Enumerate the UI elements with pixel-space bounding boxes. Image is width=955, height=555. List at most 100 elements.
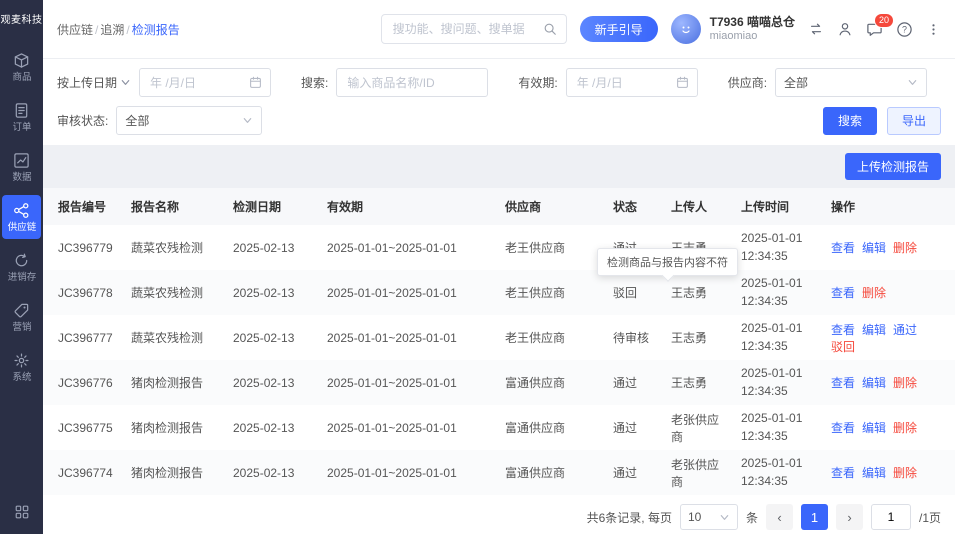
chevron-down-icon — [120, 77, 131, 88]
svg-text:?: ? — [902, 24, 907, 34]
validity-label: 有效期: — [518, 76, 558, 90]
contacts-icon[interactable] — [837, 21, 853, 37]
help-icon[interactable]: ? — [896, 21, 913, 38]
uploader-cell: 老张供应商 — [671, 412, 720, 444]
action-view[interactable]: 查看 — [831, 323, 855, 337]
chevron-down-icon — [242, 115, 253, 126]
message-icon[interactable]: 20 — [866, 12, 894, 38]
action-edit[interactable]: 编辑 — [862, 241, 886, 255]
toolbar-band: 上传检测报告 — [43, 145, 955, 188]
action-delete[interactable]: 删除 — [893, 376, 917, 390]
action-delete[interactable]: 删除 — [893, 421, 917, 435]
next-page-button[interactable]: › — [835, 504, 863, 530]
main-area: 供应链/追溯/检测报告 新手引导 T7936 喵喵总仓 miaomiao — [43, 0, 955, 534]
breadcrumb-item[interactable]: 供应链 — [57, 23, 93, 37]
column-header: 有效期 — [319, 188, 497, 225]
validity-date-input[interactable] — [565, 68, 698, 97]
column-header: 报告名称 — [123, 188, 225, 225]
table-row[interactable]: JC396777 蔬菜农残检测 2025-02-13 2025-01-01~20… — [43, 315, 955, 360]
action-delete[interactable]: 删除 — [893, 241, 917, 255]
action-edit[interactable]: 编辑 — [862, 376, 886, 390]
column-header: 状态 — [605, 188, 663, 225]
action-delete[interactable]: 删除 — [893, 466, 917, 480]
system-icon — [13, 352, 30, 369]
action-approve[interactable]: 通过 — [893, 323, 917, 337]
test-date-cell: 2025-02-13 — [233, 285, 295, 300]
chevron-down-icon — [907, 77, 918, 88]
action-view[interactable]: 查看 — [831, 241, 855, 255]
action-reject[interactable]: 驳回 — [831, 340, 855, 354]
action-view[interactable]: 查看 — [831, 376, 855, 390]
status-select[interactable]: 全部 — [116, 106, 263, 135]
action-edit[interactable]: 编辑 — [862, 323, 886, 337]
report-id-cell: JC396779 — [58, 240, 113, 255]
action-edit[interactable]: 编辑 — [862, 421, 886, 435]
sidebar-item-system[interactable]: 系统 — [2, 345, 41, 389]
top-bar: 供应链/追溯/检测报告 新手引导 T7936 喵喵总仓 miaomiao — [43, 0, 955, 59]
global-search-input[interactable] — [390, 21, 543, 37]
apps-grid-icon[interactable] — [14, 504, 30, 520]
table-row[interactable]: JC396775 猪肉检测报告 2025-02-13 2025-01-01~20… — [43, 405, 955, 450]
table-row[interactable]: JC396779 蔬菜农残检测 2025-02-13 2025-01-01~20… — [43, 225, 955, 270]
guide-button[interactable]: 新手引导 — [579, 16, 658, 42]
upload-report-button[interactable]: 上传检测报告 — [844, 153, 941, 180]
test-date-cell: 2025-02-13 — [233, 420, 295, 435]
search-button[interactable]: 搜索 — [822, 106, 877, 135]
search-icon[interactable] — [543, 22, 557, 36]
supplier-cell: 富通供应商 — [505, 421, 566, 435]
calendar-icon[interactable] — [676, 76, 689, 89]
action-delete[interactable]: 删除 — [862, 286, 886, 300]
table-row[interactable]: JC396774 猪肉检测报告 2025-02-13 2025-01-01~20… — [43, 450, 955, 495]
test-date-cell: 2025-02-13 — [233, 375, 295, 390]
breadcrumb-item[interactable]: 追溯 — [100, 23, 124, 37]
action-view[interactable]: 查看 — [831, 421, 855, 435]
date-field-selector[interactable]: 按上传日期 — [57, 74, 131, 91]
sidebar-item-inventory[interactable]: 进销存 — [2, 245, 41, 289]
column-header: 上传时间 — [733, 188, 823, 225]
column-header: 上传人 — [663, 188, 733, 225]
supplier-select[interactable]: 全部 — [775, 68, 928, 97]
sidebar-item-orders[interactable]: 订单 — [2, 95, 41, 139]
page-size-select[interactable]: 10 — [679, 504, 738, 530]
global-search[interactable] — [380, 14, 567, 44]
upload-time-cell: 2025-01-01 12:34:35 — [741, 411, 803, 443]
action-view[interactable]: 查看 — [831, 466, 855, 480]
supplier-cell: 老王供应商 — [505, 286, 566, 300]
page-jump-input[interactable] — [870, 504, 911, 530]
avatar[interactable] — [670, 14, 701, 44]
export-button[interactable]: 导出 — [886, 106, 941, 135]
action-view[interactable]: 查看 — [831, 286, 855, 300]
table-row[interactable]: JC396778 蔬菜农残检测 2025-02-13 2025-01-01~20… — [43, 270, 955, 315]
more-menu-icon[interactable] — [926, 22, 941, 37]
calendar-icon[interactable] — [249, 76, 262, 89]
column-header: 报告编号 — [43, 188, 123, 225]
sidebar-item-supply-chain[interactable]: 供应链 — [2, 195, 41, 239]
supply-chain-icon — [13, 202, 30, 219]
upload-date-field[interactable] — [148, 74, 244, 91]
upload-time-cell: 2025-01-01 12:34:35 — [741, 321, 803, 353]
prev-page-button[interactable]: ‹ — [765, 504, 793, 530]
status-tooltip: 检测商品与报告内容不符 — [597, 248, 738, 276]
sidebar-nav: 商品 订单 数据 供应链 进销存 营销 系统 — [0, 42, 43, 392]
sidebar-item-goods[interactable]: 商品 — [2, 45, 41, 89]
test-date-cell: 2025-02-13 — [233, 465, 295, 480]
sidebar-item-data[interactable]: 数据 — [2, 145, 41, 189]
validity-cell: 2025-01-01~2025-01-01 — [327, 330, 457, 345]
upload-time-cell: 2025-01-01 12:34:35 — [741, 456, 803, 488]
account-info[interactable]: T7936 喵喵总仓 miaomiao — [710, 15, 795, 44]
sidebar-item-marketing[interactable]: 营销 — [2, 295, 41, 339]
report-name-cell: 猪肉检测报告 — [131, 421, 204, 435]
status-label: 审核状态: — [57, 114, 109, 128]
status-cell: 通过 — [613, 466, 638, 480]
product-search-field[interactable] — [345, 74, 480, 91]
upload-date-input[interactable] — [139, 68, 272, 97]
switch-warehouse-icon[interactable] — [808, 21, 824, 37]
validity-cell: 2025-01-01~2025-01-01 — [327, 420, 457, 435]
data-icon — [13, 152, 30, 169]
table-row[interactable]: JC396776 猪肉检测报告 2025-02-13 2025-01-01~20… — [43, 360, 955, 405]
validity-date-field[interactable] — [574, 74, 670, 91]
product-search-input[interactable] — [336, 68, 489, 97]
uploader-cell: 王志勇 — [671, 331, 708, 345]
page-1-button[interactable]: 1 — [800, 504, 828, 530]
action-edit[interactable]: 编辑 — [862, 466, 886, 480]
